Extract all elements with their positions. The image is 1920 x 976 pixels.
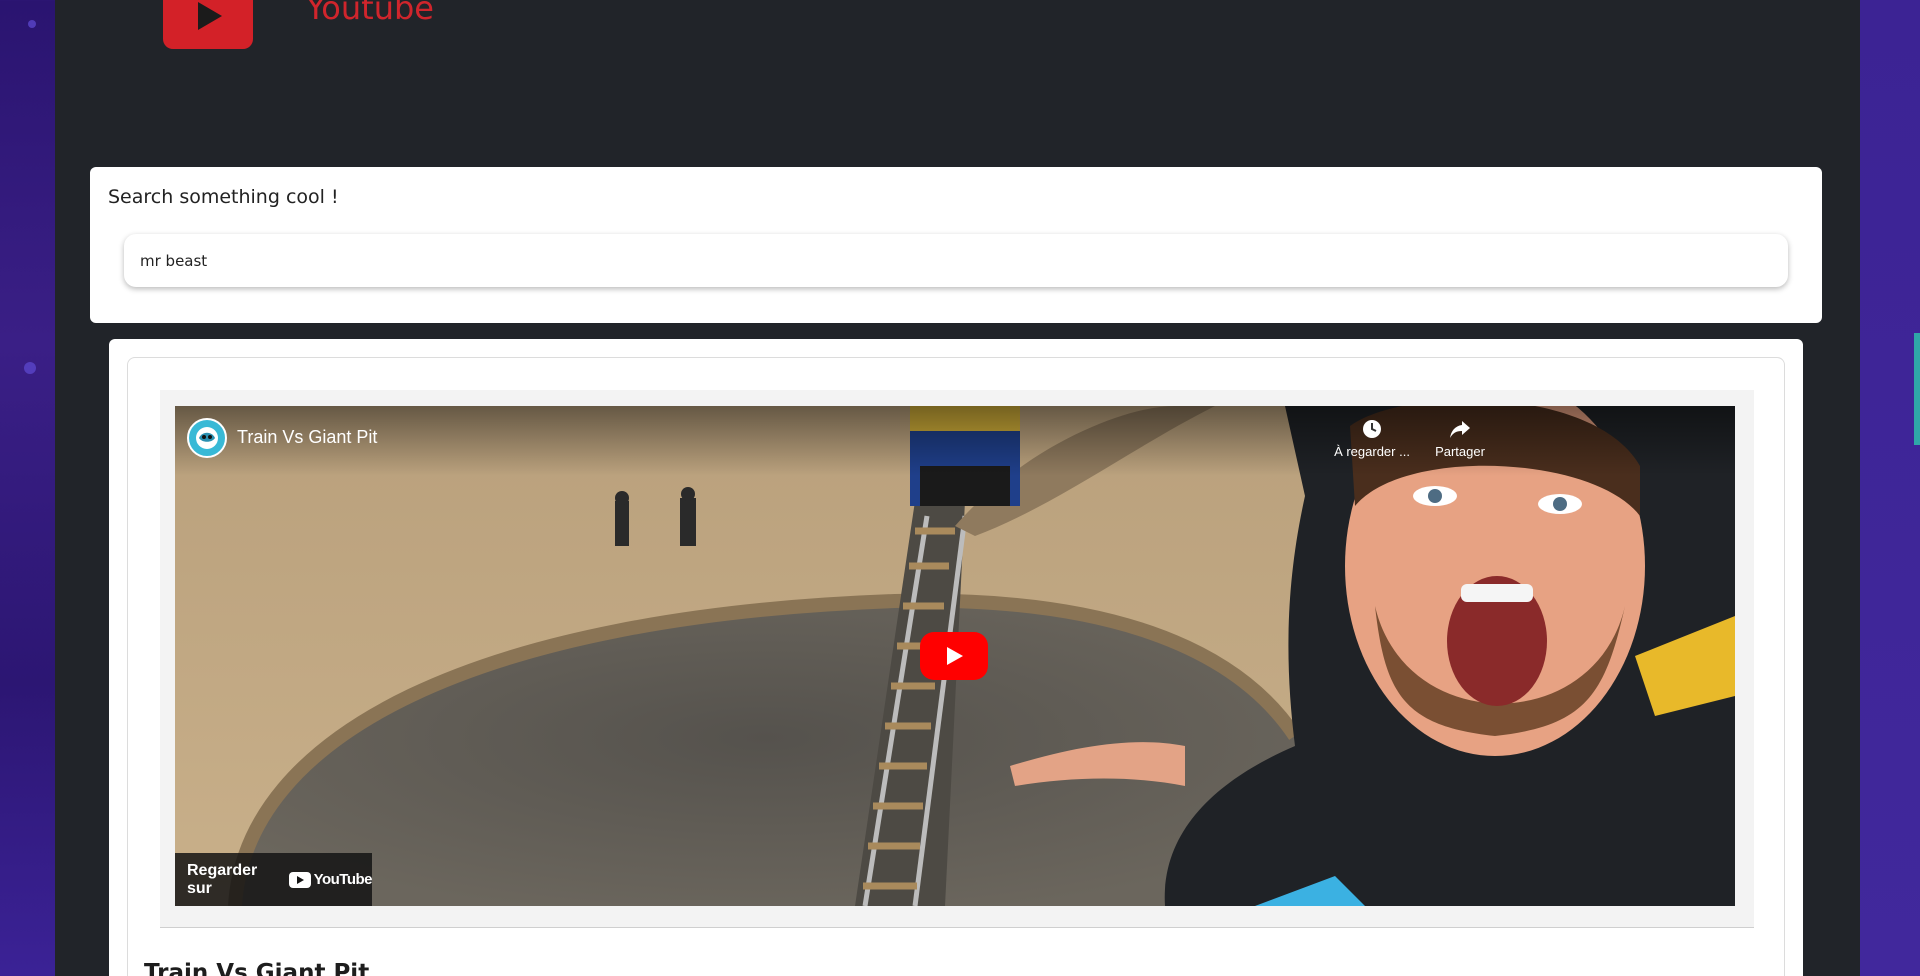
- video-player[interactable]: Train Vs Giant Pit À regarder ... Partag…: [175, 406, 1735, 906]
- scrollbar-thumb[interactable]: [1914, 333, 1920, 445]
- watch-on-youtube-button[interactable]: Regarder sur YouTube: [175, 853, 373, 906]
- youtube-wordmark: YouTube: [288, 871, 373, 888]
- video-result-card: Train Vs Giant Pit À regarder ... Partag…: [127, 357, 1785, 976]
- search-label: Search something cool !: [108, 186, 339, 208]
- background-dot: [28, 20, 36, 28]
- player-top-overlay: [175, 406, 1735, 476]
- watch-later-button[interactable]: À regarder ...: [1332, 418, 1412, 459]
- video-embed-container: Train Vs Giant Pit À regarder ... Partag…: [160, 390, 1754, 928]
- youtube-logo-icon: [288, 871, 311, 888]
- channel-avatar-icon[interactable]: [187, 418, 227, 458]
- background-dot: [24, 362, 36, 374]
- play-button[interactable]: [920, 632, 988, 680]
- share-icon: [1450, 421, 1470, 438]
- youtube-wordmark-text: YouTube: [313, 871, 373, 888]
- play-icon: [947, 647, 963, 665]
- search-input[interactable]: [124, 234, 1788, 287]
- page-side-panel: [1860, 0, 1920, 976]
- watch-later-label: À regarder ...: [1334, 444, 1410, 459]
- brand-title: Youtube: [306, 0, 434, 27]
- video-title: Train Vs Giant Pit: [144, 960, 370, 976]
- beast-logo-icon: [196, 427, 218, 449]
- youtube-logo[interactable]: [163, 0, 253, 49]
- results-panel: Train Vs Giant Pit À regarder ... Partag…: [109, 339, 1803, 976]
- watch-on-label: Regarder sur: [187, 861, 258, 897]
- search-card: Search something cool !: [90, 167, 1822, 323]
- player-video-title[interactable]: Train Vs Giant Pit: [237, 427, 377, 448]
- clock-icon: [1363, 420, 1381, 438]
- youtube-play-icon: [198, 1, 222, 30]
- share-label: Partager: [1435, 444, 1485, 459]
- share-button[interactable]: Partager: [1420, 418, 1500, 459]
